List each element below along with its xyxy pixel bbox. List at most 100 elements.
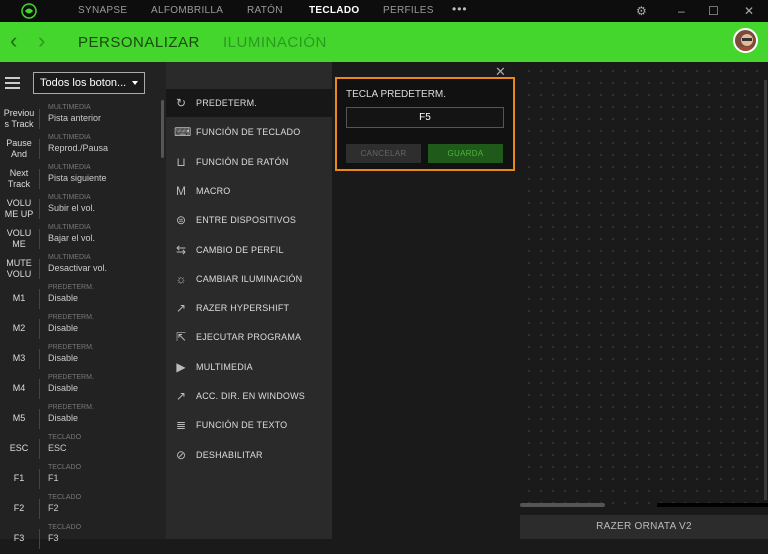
key-row[interactable]: F1 TECLADO F1 (0, 464, 160, 494)
key-row[interactable]: M2 PREDETERM. Disable (0, 314, 160, 344)
divider (39, 349, 40, 369)
function-label: PREDETERM. (196, 98, 258, 108)
tab-teclado[interactable]: TECLADO (309, 5, 359, 16)
tab-personalizar[interactable]: PERSONALIZAR (78, 34, 200, 51)
key-action: F3 (48, 533, 59, 543)
function-item[interactable]: ↻ PREDETERM. (166, 89, 332, 117)
function-item[interactable]: ▶ MULTIMEDIA (166, 353, 332, 381)
divider (39, 439, 40, 459)
key-list-scrollbar[interactable] (161, 100, 164, 158)
function-item[interactable]: ⊘ DESHABILITAR (166, 441, 332, 469)
divider (39, 229, 40, 249)
function-list-panel: ↻ PREDETERM. ⌨ FUNCIÓN DE TECLADO ⊔ FUNCIÓN D… (166, 62, 332, 539)
function-icon: ⊘ (175, 447, 187, 462)
tab-synapse[interactable]: SYNAPSE (78, 5, 127, 16)
key-row[interactable]: M1 PREDETERM. Disable (0, 284, 160, 314)
function-icon: ▶ (176, 359, 186, 374)
function-item[interactable]: ⇆ CAMBIO DE PERFIL (166, 236, 332, 264)
divider (39, 499, 40, 519)
key-row[interactable]: M5 PREDETERM. Disable (0, 404, 160, 434)
razer-logo-icon[interactable] (18, 0, 40, 22)
key-category: TECLADO (48, 524, 82, 531)
hamburger-menu-icon[interactable] (5, 77, 20, 89)
maximize-icon[interactable]: ☐ (708, 4, 719, 18)
key-label: M3 (12, 353, 26, 363)
function-icon: ⇱ (175, 330, 187, 345)
key-category: MULTIMEDIA (48, 194, 91, 201)
key-row[interactable]: Previou s Track MULTIMEDIA Pista anterior (0, 104, 160, 134)
section-header: ‹ › PERSONALIZAR ILUMINACIÓN (0, 22, 768, 62)
tab-alfombrilla[interactable]: ALFOMBRILLA (151, 5, 223, 16)
horizontal-scrollbar[interactable] (520, 503, 605, 507)
function-item[interactable]: M MACRO (166, 177, 332, 205)
function-item[interactable]: ⇱ EJECUTAR PROGRAMA (166, 323, 332, 351)
key-action: Disable (48, 323, 79, 333)
key-action: Disable (48, 293, 79, 303)
back-arrow-icon[interactable]: ‹ (10, 30, 17, 52)
minimize-icon[interactable]: – (678, 4, 685, 18)
key-row[interactable]: M3 PREDETERM. Disable (0, 344, 160, 374)
function-label: ENTRE DISPOSITIVOS (196, 215, 297, 226)
key-action: Desactivar vol. (48, 263, 108, 273)
key-row[interactable]: F2 TECLADO F2 (0, 494, 160, 524)
key-row[interactable]: Pause And MULTIMEDIA Reprod./Pausa (0, 134, 160, 164)
key-label: M4 (12, 383, 26, 393)
tab-raton[interactable]: RATÓN (247, 5, 283, 16)
close-icon[interactable]: ✕ (744, 4, 754, 18)
function-item[interactable]: ⌨ FUNCIÓN DE TECLADO (166, 118, 332, 146)
user-avatar[interactable] (733, 28, 758, 53)
filter-dropdown[interactable]: Todos los boton... (33, 72, 145, 94)
key-row[interactable]: VOLU ME MULTIMEDIA Bajar el vol. (0, 224, 160, 254)
function-label: FUNCIÓN DE RATÓN (196, 156, 289, 167)
key-label: F1 (13, 473, 25, 483)
key-label: Pause And (6, 138, 32, 159)
function-label: FUNCIÓN DE TECLADO (196, 127, 301, 138)
key-label: ESC (9, 443, 29, 453)
key-row[interactable]: F3 TECLADO F3 (0, 524, 160, 554)
function-item[interactable]: ⊔ FUNCIÓN DE RATÓN (166, 148, 332, 176)
function-icon: ⌨ (174, 125, 192, 140)
key-input[interactable]: F5 (346, 107, 504, 128)
key-action: Disable (48, 383, 79, 393)
key-label: VOLU ME UP (4, 198, 34, 219)
settings-gear-icon[interactable]: ⚙ (636, 4, 647, 18)
dialog-title: TECLA PREDETERM. (346, 89, 447, 100)
save-button[interactable]: GUARDA (428, 144, 503, 163)
key-row[interactable]: MUTE VOLU MULTIMEDIA Desactivar vol. (0, 254, 160, 284)
divider (39, 409, 40, 429)
vertical-scrollbar[interactable] (764, 80, 767, 500)
key-category: PREDETERM. (48, 314, 94, 321)
forward-arrow-icon[interactable]: › (38, 30, 45, 52)
function-icon: ↗ (175, 301, 187, 316)
key-row[interactable]: Next Track MULTIMEDIA Pista siguiente (0, 164, 160, 194)
divider (39, 319, 40, 339)
function-icon: M (176, 183, 186, 198)
key-row[interactable]: ESC TECLADO ESC (0, 434, 160, 464)
more-menu-icon[interactable]: ••• (452, 2, 468, 16)
key-label: M5 (12, 413, 26, 423)
function-label: ACC. DIR. EN WINDOWS (196, 391, 305, 401)
function-label: CAMBIO DE PERFIL (196, 244, 284, 255)
cancel-button[interactable]: CANCELAR (346, 144, 421, 163)
filter-dropdown-value: Todos los boton... (40, 77, 127, 89)
key-action: Disable (48, 353, 79, 363)
tab-iluminacion[interactable]: ILUMINACIÓN (223, 34, 327, 51)
key-category: MULTIMEDIA (48, 134, 91, 141)
key-category: MULTIMEDIA (48, 164, 91, 171)
function-label: MACRO (196, 185, 231, 196)
divider (39, 529, 40, 549)
key-row[interactable]: M4 PREDETERM. Disable (0, 374, 160, 404)
function-item[interactable]: ☼ CAMBIAR ILUMINACIÓN (166, 265, 332, 293)
divider (39, 199, 40, 219)
divider (39, 109, 40, 129)
function-item[interactable]: ≣ FUNCIÓN DE TEXTO (166, 411, 332, 439)
function-label: CAMBIAR ILUMINACIÓN (196, 273, 303, 284)
tab-perfiles[interactable]: PERFILES (383, 5, 434, 16)
key-action: F1 (48, 473, 59, 483)
key-row[interactable]: VOLU ME UP MULTIMEDIA Subir el vol. (0, 194, 160, 224)
function-item[interactable]: ↗ RAZER HYPERSHIFT (166, 294, 332, 322)
function-icon: ⊜ (175, 213, 187, 228)
device-name-bar[interactable]: RAZER ORNATA V2 (520, 515, 768, 539)
function-item[interactable]: ↗ ACC. DIR. EN WINDOWS (166, 382, 332, 410)
function-item[interactable]: ⊜ ENTRE DISPOSITIVOS (166, 206, 332, 234)
